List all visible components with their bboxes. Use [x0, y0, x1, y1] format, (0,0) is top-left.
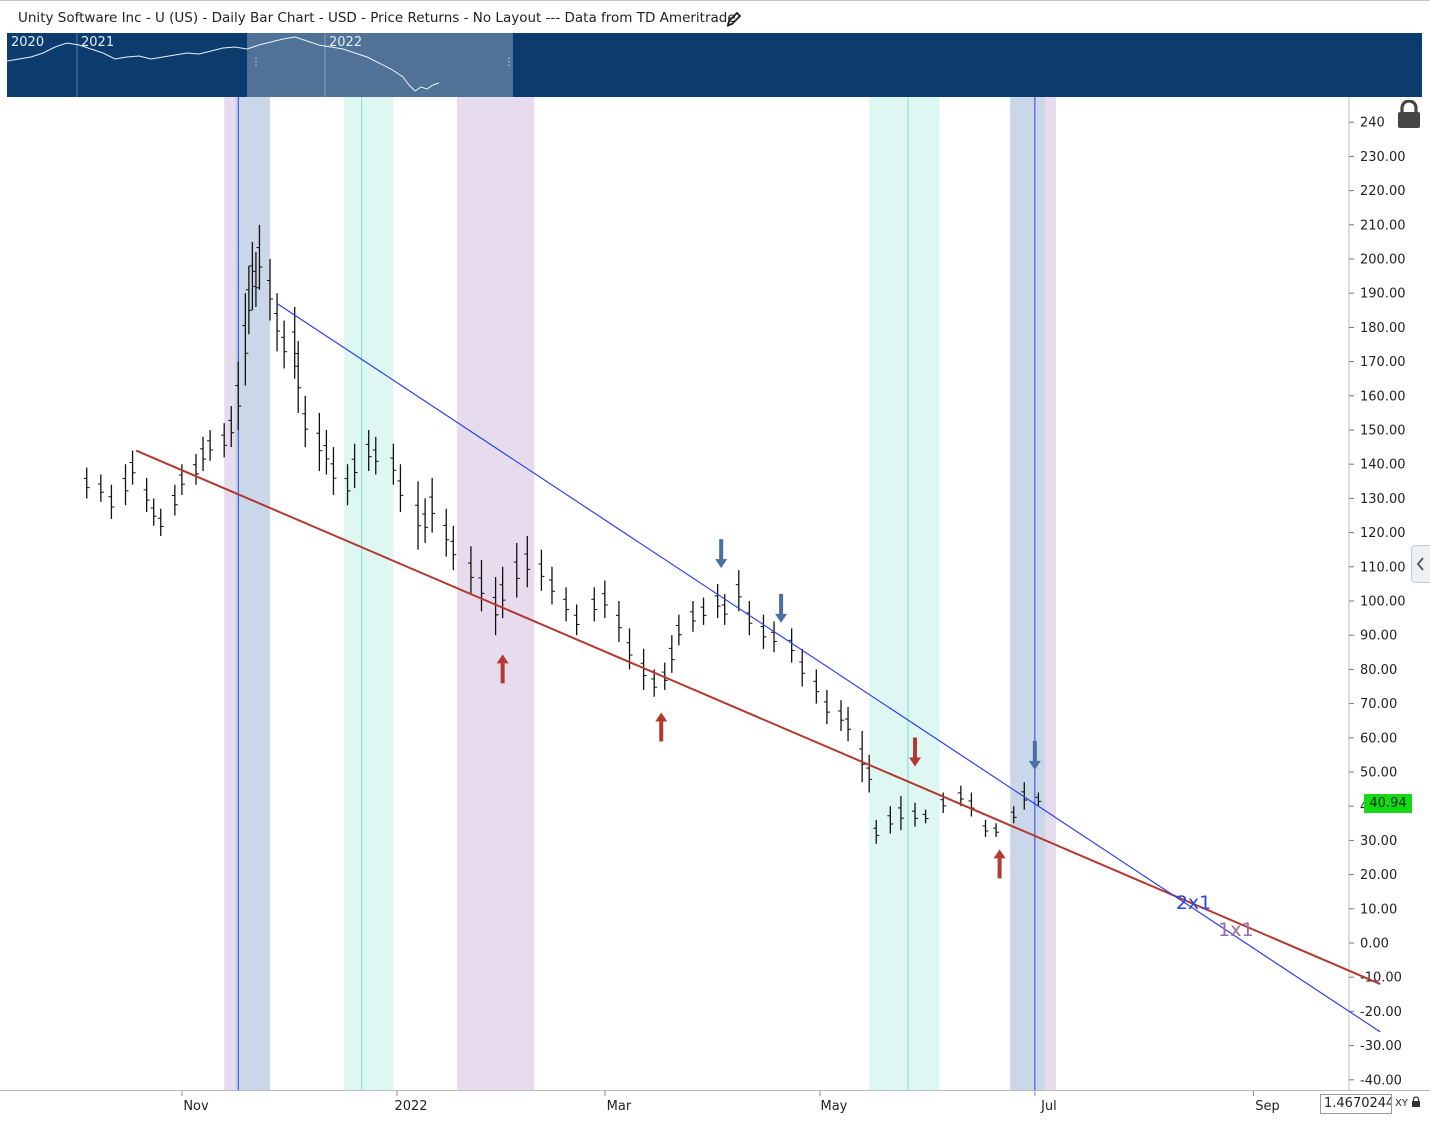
x-tick-label: Sep — [1255, 1099, 1280, 1114]
navigator-left-handle[interactable]: ⋮ — [251, 57, 261, 69]
y-tick-label: 30.00 — [1360, 834, 1397, 849]
chevron-left-icon — [1416, 557, 1424, 571]
cycle-shaded-band — [344, 97, 394, 1090]
y-tick-label: 120.00 — [1360, 526, 1406, 541]
navigator-panel[interactable]: 2020 2021 2022 ⋮ ⋮ — [7, 33, 1422, 97]
cycle-shaded-band — [1045, 97, 1056, 1090]
y-tick-label: 10.00 — [1360, 902, 1397, 917]
y-tick-label: 170.00 — [1360, 355, 1406, 370]
navigator-range-window[interactable] — [247, 33, 513, 97]
x-tick-label: Jul — [1040, 1099, 1057, 1114]
y-tick-label: 180.00 — [1360, 321, 1406, 336]
y-tick-label: 140.00 — [1360, 458, 1406, 473]
arrow-shape — [655, 712, 668, 742]
y-tick-label: 20.00 — [1360, 868, 1397, 883]
y-tick-label: 110.00 — [1360, 560, 1406, 575]
x-tick-label: 2022 — [394, 1099, 427, 1114]
y-tick-label: 80.00 — [1360, 663, 1397, 678]
title-bar: Unity Software Inc - U (US) - Daily Bar … — [0, 0, 1430, 33]
angle-annotation: 1x1 — [1218, 919, 1253, 941]
up-arrow-marker — [655, 712, 668, 742]
y-tick-label: 200.00 — [1360, 253, 1406, 268]
chart-title: Unity Software Inc - U (US) - Daily Bar … — [18, 10, 736, 26]
scale-factor-input[interactable]: 1.4670244 — [1320, 1094, 1392, 1114]
y-tick-label: 190.00 — [1360, 287, 1406, 302]
y-tick-label: 220.00 — [1360, 184, 1406, 199]
x-tick-label: Nov — [183, 1099, 209, 1114]
y-tick-label: 50.00 — [1360, 766, 1397, 781]
xy-scale-toggle[interactable]: XY — [1392, 1094, 1426, 1114]
arrow-shape — [775, 593, 788, 623]
cycle-shaded-band — [1010, 97, 1046, 1090]
navigator-year-label: 2022 — [329, 35, 363, 50]
collapse-panel-tab[interactable] — [1411, 545, 1430, 583]
y-tick-label: 210.00 — [1360, 218, 1406, 233]
price-chart[interactable]: 240 230.00 220.00 210.00 200.00 190.00 180.00 1… — [7, 97, 1430, 1090]
y-tick-label: -40.00 — [1360, 1073, 1402, 1088]
down-arrow-marker — [775, 593, 788, 623]
down-arrow-marker — [715, 539, 728, 569]
y-tick-label: -20.00 — [1360, 1005, 1402, 1020]
y-tick-label: 70.00 — [1360, 697, 1397, 712]
y-tick-label: -30.00 — [1360, 1039, 1402, 1054]
y-tick-label: 0.00 — [1360, 937, 1389, 952]
y-tick-label: 150.00 — [1360, 424, 1406, 439]
time-axis[interactable]: Nov 2022 Mar May Jul Sep — [0, 1090, 1430, 1118]
chart-plot-area[interactable]: 240 230.00 220.00 210.00 200.00 190.00 180.00 1… — [7, 97, 1430, 1090]
up-arrow-marker — [993, 849, 1006, 879]
x-tick-label: May — [821, 1099, 848, 1114]
y-tick-label: 90.00 — [1360, 629, 1397, 644]
x-tick-label: Mar — [607, 1099, 632, 1114]
lock-icon[interactable] — [1393, 100, 1425, 130]
angle-annotation: 2x1 — [1176, 892, 1211, 914]
navigator-year-label: 2021 — [81, 35, 115, 50]
last-price-badge: 40.94 — [1364, 794, 1412, 813]
cycle-shaded-band — [224, 97, 235, 1090]
navigator-price-line — [7, 33, 440, 97]
y-tick-label: 160.00 — [1360, 389, 1406, 404]
y-tick-label: 130.00 — [1360, 492, 1406, 507]
padlock-icon — [1412, 1096, 1421, 1107]
arrow-shape — [993, 849, 1006, 879]
y-tick-label: 100.00 — [1360, 595, 1406, 610]
time-axis-labels: Nov 2022 Mar May Jul Sep — [181, 1091, 1280, 1114]
cycle-shaded-band — [869, 97, 940, 1090]
navigator-year-label: 2020 — [11, 35, 45, 50]
navigator-right-handle[interactable]: ⋮ — [504, 57, 514, 69]
xy-label: XY — [1395, 1098, 1408, 1109]
trend-line — [276, 302, 1381, 1033]
arrow-shape — [715, 539, 728, 569]
y-tick-label: 240 — [1360, 116, 1385, 131]
y-tick-label: 60.00 — [1360, 731, 1397, 746]
y-tick-label: 230.00 — [1360, 150, 1406, 165]
pencil-icon[interactable] — [725, 10, 743, 28]
